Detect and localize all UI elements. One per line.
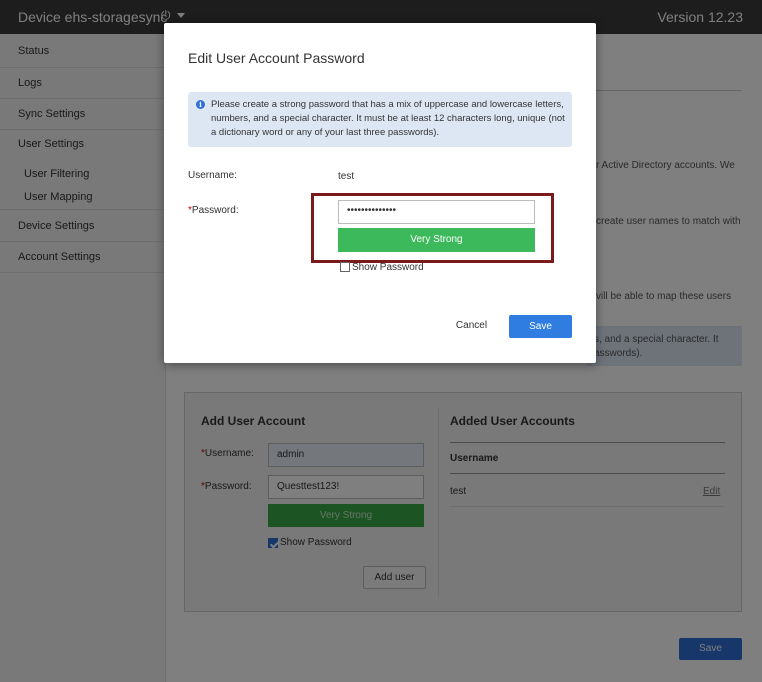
username-value: test (338, 171, 355, 182)
info-text: Please create a strong password that has… (211, 99, 565, 138)
password-input[interactable]: •••••••••••••• (338, 200, 535, 224)
edit-password-dialog: Edit User Account Password i Please crea… (164, 23, 596, 363)
dialog-title: Edit User Account Password (188, 50, 365, 66)
username-label: Username: (188, 170, 237, 181)
save-button[interactable]: Save (509, 315, 572, 338)
info-alert: i Please create a strong password that h… (188, 92, 572, 147)
password-label: *Password: (188, 205, 239, 216)
strength-indicator: Very Strong (338, 228, 535, 252)
cancel-button[interactable]: Cancel (450, 320, 493, 334)
show-password-label: Show Password (352, 262, 424, 273)
info-icon: i (196, 100, 205, 109)
show-password-checkbox[interactable] (340, 262, 350, 272)
